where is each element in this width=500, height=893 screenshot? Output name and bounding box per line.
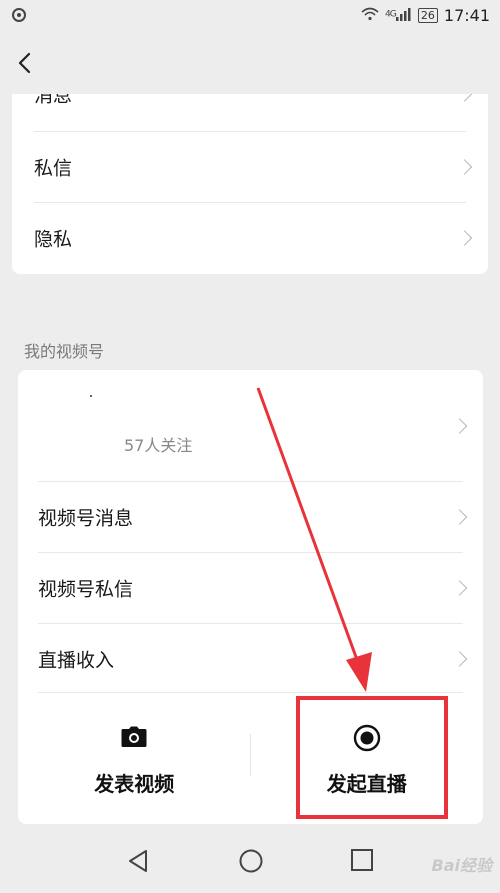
network-type: 4G <box>384 7 397 19</box>
channel-item-label: 视频号消息 <box>38 507 134 530</box>
chevron-right-icon <box>456 230 473 246</box>
battery-indicator: 26 <box>417 8 438 23</box>
watermark: Bai经验 <box>431 856 492 875</box>
chevron-right-icon <box>451 580 468 596</box>
settings-card: 消息 私信 隐私 <box>12 94 488 274</box>
chevron-right-icon <box>451 509 468 525</box>
settings-item-privacy[interactable]: 隐私 <box>12 203 488 273</box>
settings-item-label: 消息 <box>34 94 73 107</box>
chevron-right-icon <box>456 159 473 175</box>
system-back-icon[interactable] <box>126 848 150 878</box>
system-home-icon[interactable] <box>238 848 264 878</box>
settings-item-messages[interactable]: 消息 <box>12 94 488 129</box>
profile-name-placeholder <box>90 395 92 397</box>
system-recents-icon[interactable] <box>350 848 374 876</box>
settings-item-label: 私信 <box>34 157 73 180</box>
chevron-right-icon <box>451 651 468 667</box>
wifi-icon <box>361 7 379 25</box>
channel-item-private-messages[interactable]: 视频号私信 <box>18 553 483 623</box>
navigation-bar <box>0 34 500 94</box>
settings-item-label: 隐私 <box>34 228 73 251</box>
channel-profile-row[interactable]: 57人关注 <box>18 370 483 480</box>
chevron-right-icon <box>451 418 468 434</box>
status-indicators: 4G 26 17:41 <box>361 6 490 25</box>
chevron-right-icon <box>456 94 473 102</box>
signal-icon: 4G <box>384 7 412 24</box>
channel-item-label: 直播收入 <box>38 649 115 672</box>
channel-item-live-income[interactable]: 直播收入 <box>18 624 483 694</box>
post-video-button[interactable]: 发表视频 <box>18 692 251 824</box>
channel-item-label: 视频号私信 <box>38 578 134 601</box>
annotation-highlight-box <box>296 696 448 819</box>
channel-item-messages[interactable]: 视频号消息 <box>18 482 483 552</box>
back-arrow-icon[interactable] <box>12 48 42 78</box>
followers-count: 57人关注 <box>124 436 193 455</box>
clock: 17:41 <box>443 6 490 25</box>
notification-icon <box>12 8 26 22</box>
system-navigation-bar: Bai经验 <box>0 830 500 893</box>
section-title: 我的视频号 <box>24 342 105 361</box>
settings-item-private-messages[interactable]: 私信 <box>12 132 488 202</box>
post-video-label: 发表视频 <box>94 772 175 796</box>
camera-icon <box>121 726 147 752</box>
status-bar: 4G 26 17:41 <box>0 0 500 34</box>
